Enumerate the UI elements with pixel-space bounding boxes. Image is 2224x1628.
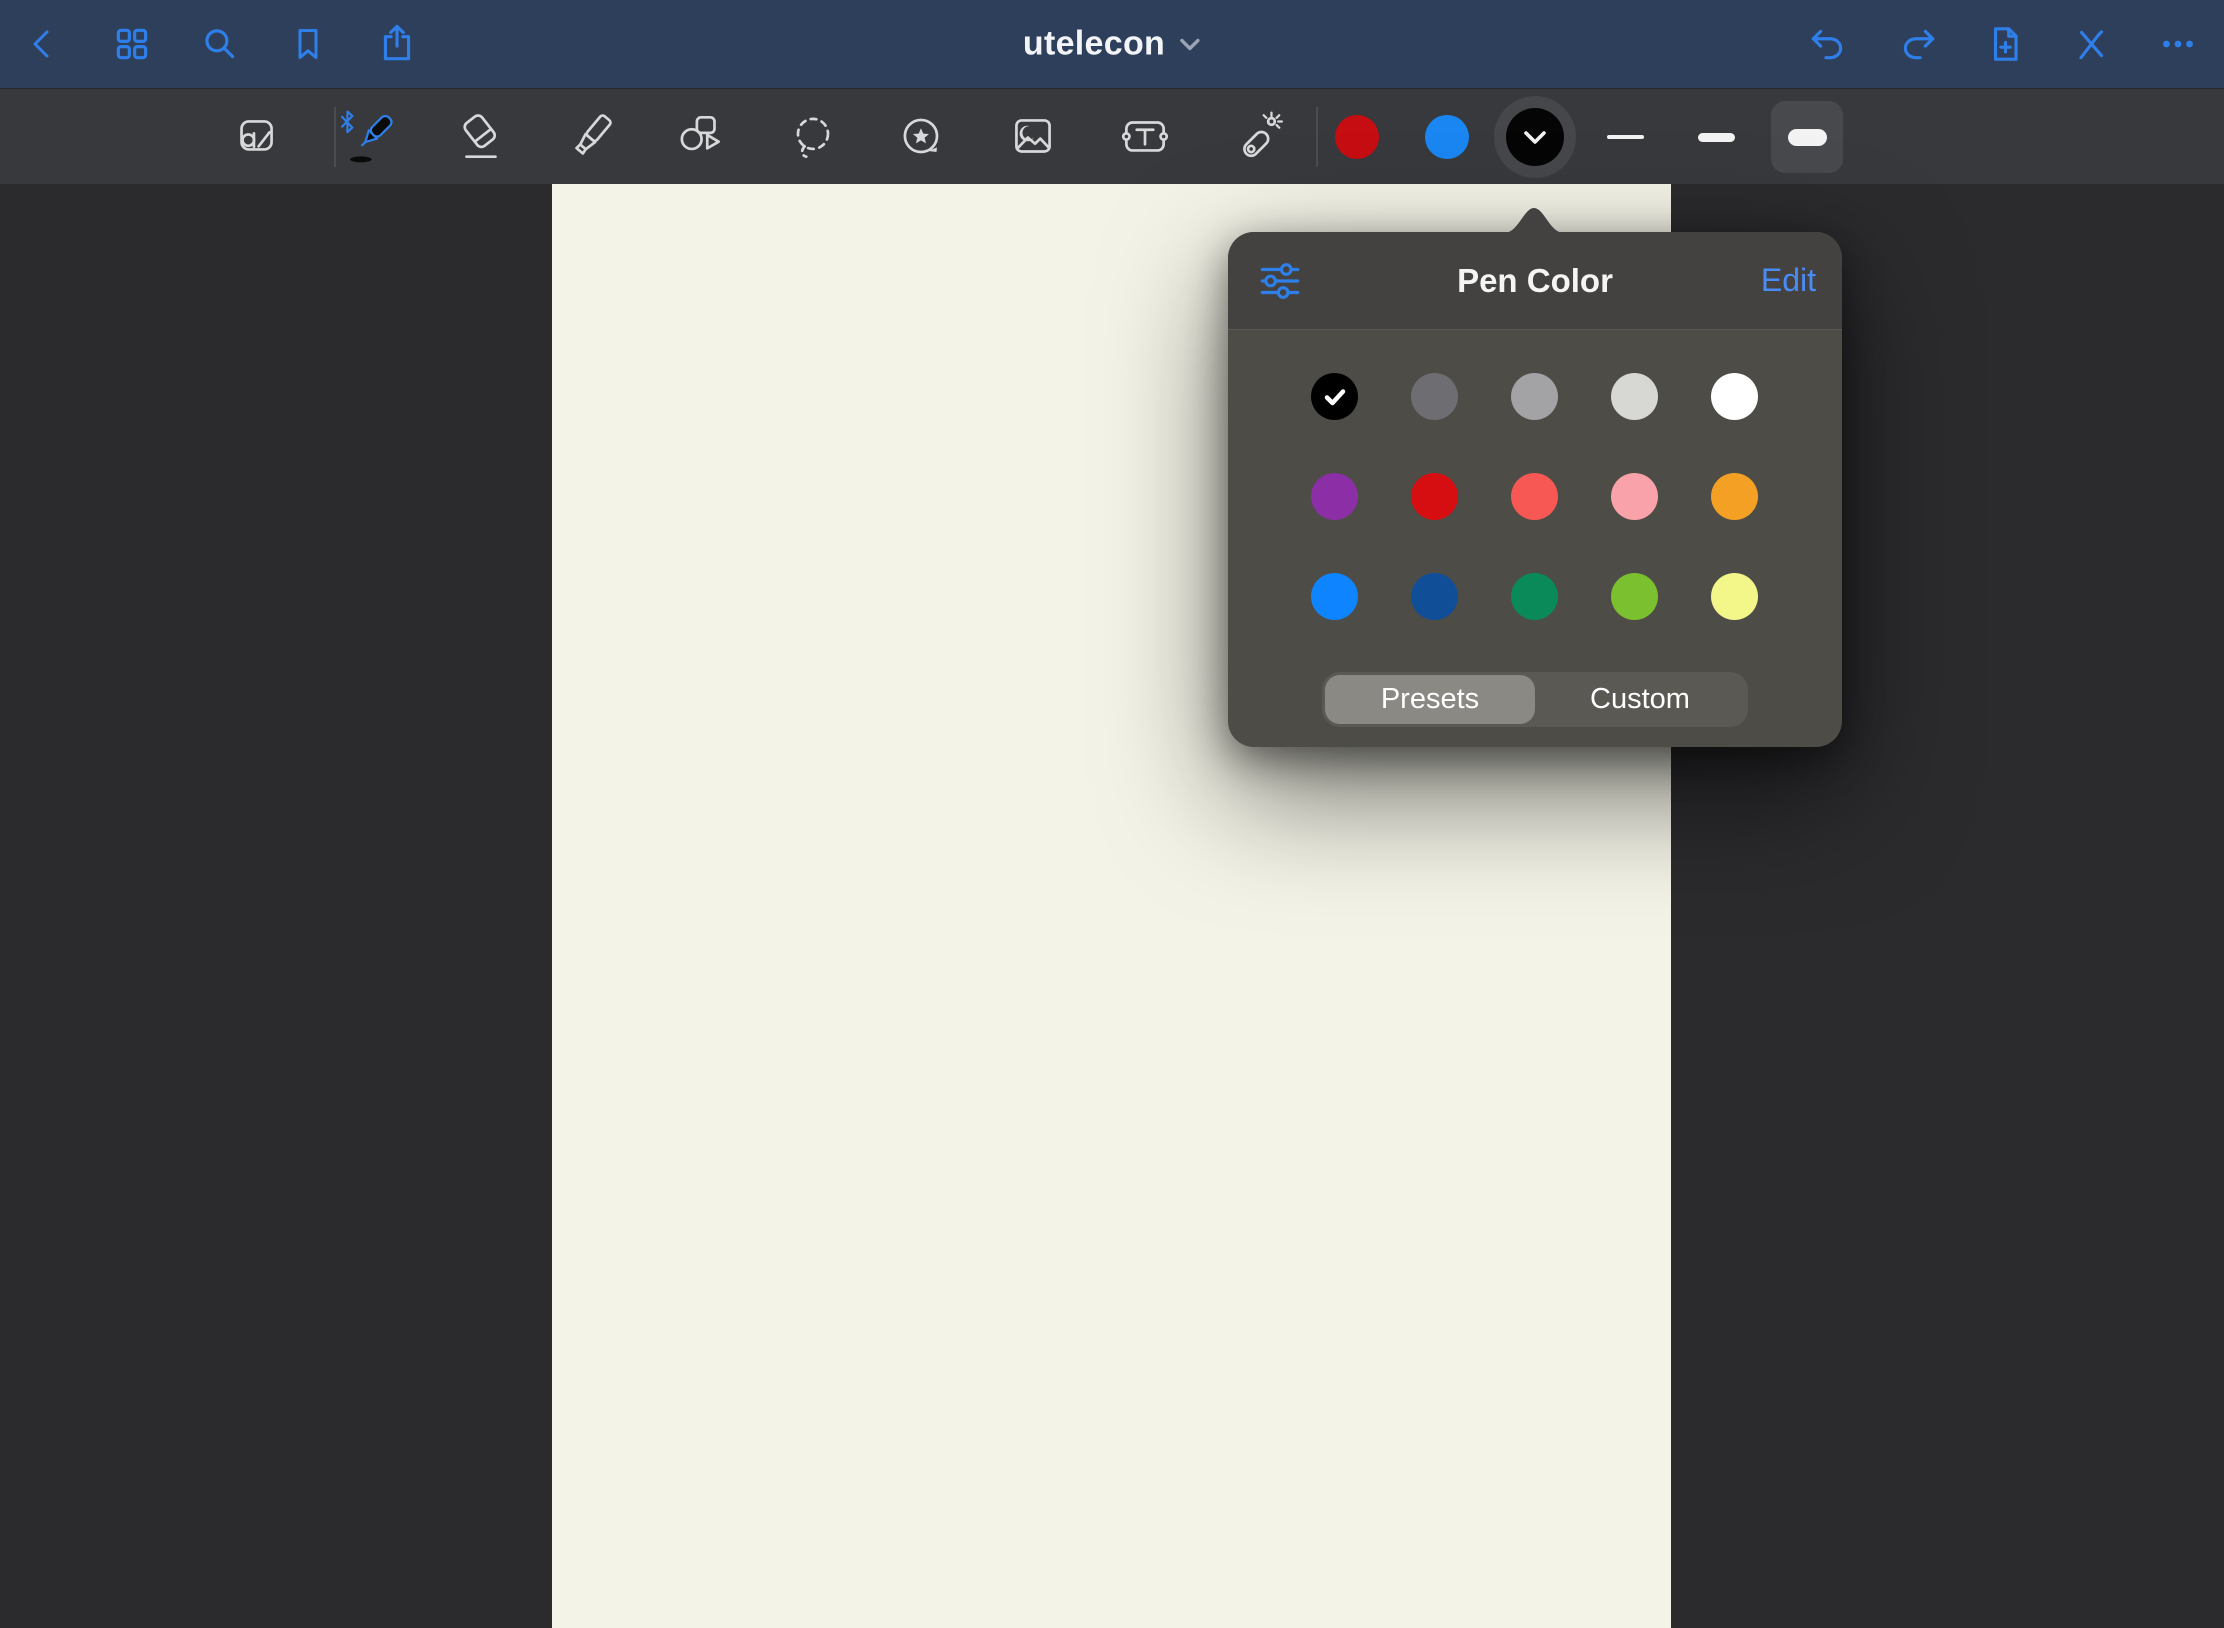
tool-eraser[interactable] (447, 103, 515, 171)
quick-color-blue[interactable] (1425, 115, 1469, 159)
color-swatch-black-selected[interactable] (1311, 373, 1358, 420)
add-page-icon (1984, 23, 2026, 65)
color-swatch-light-gray[interactable] (1611, 373, 1658, 420)
redo-button[interactable] (1888, 14, 1948, 74)
thumbnails-grid-icon (111, 23, 153, 65)
color-swatch-purple[interactable] (1311, 473, 1358, 520)
color-swatch-orange[interactable] (1711, 473, 1758, 520)
toolbar-separator (1316, 107, 1318, 167)
eraser-icon (452, 108, 510, 166)
tool-shapes[interactable] (666, 103, 734, 171)
sticker-star-icon (893, 108, 951, 166)
canvas-background (0, 184, 2224, 1628)
checkmark-icon (1323, 387, 1347, 407)
more-button[interactable] (2148, 14, 2208, 74)
document-title-label: utelecon (1023, 25, 1165, 64)
tool-pen[interactable] (334, 103, 402, 171)
color-swatch-grid (1311, 373, 1758, 620)
stroke-width-thin[interactable] (1589, 101, 1661, 173)
search-icon (198, 23, 240, 65)
back-button[interactable] (13, 14, 73, 74)
share-icon (376, 23, 418, 65)
popover-arrow (1504, 206, 1564, 233)
color-swatch-yellow[interactable] (1711, 573, 1758, 620)
add-page-button[interactable] (1975, 14, 2035, 74)
share-button[interactable] (367, 14, 427, 74)
medium-line-icon (1698, 133, 1735, 142)
edit-colors-button[interactable]: Edit (1761, 262, 1816, 299)
tool-zoom-window[interactable] (221, 103, 289, 171)
back-icon (23, 24, 63, 64)
zoom-window-icon (226, 108, 284, 166)
redo-icon (1897, 23, 1939, 65)
quick-color-red[interactable] (1335, 115, 1379, 159)
color-swatch-blue[interactable] (1311, 573, 1358, 620)
tool-image[interactable] (999, 103, 1067, 171)
document-title[interactable]: utelecon (1023, 25, 1201, 64)
tool-bar (0, 88, 2224, 184)
color-swatch-teal[interactable] (1511, 573, 1558, 620)
shapes-icon (671, 108, 729, 166)
sliders-icon (1257, 258, 1303, 304)
tool-highlighter[interactable] (559, 103, 627, 171)
undo-button[interactable] (1798, 14, 1858, 74)
tab-presets[interactable]: Presets (1325, 675, 1535, 724)
undo-icon (1807, 23, 1849, 65)
stroke-width-medium[interactable] (1680, 101, 1752, 173)
color-swatch-dark-gray[interactable] (1411, 373, 1458, 420)
lasso-icon (784, 108, 842, 166)
pen-settings-button[interactable] (1256, 257, 1304, 305)
stroke-width-thick[interactable] (1771, 101, 1843, 173)
title-bar: utelecon (0, 0, 2224, 88)
color-swatch-gray[interactable] (1511, 373, 1558, 420)
color-swatch-navy[interactable] (1411, 573, 1458, 620)
color-swatch-coral[interactable] (1511, 473, 1558, 520)
color-swatch-white[interactable] (1711, 373, 1758, 420)
color-swatch-pink[interactable] (1611, 473, 1658, 520)
bookmark-button[interactable] (278, 14, 338, 74)
pen-color-popover: Pen Color Edit Presets Custom (1228, 232, 1842, 747)
image-icon (1004, 108, 1062, 166)
popover-header: Pen Color Edit (1228, 232, 1842, 330)
selected-color-circle (1506, 108, 1564, 166)
tab-custom[interactable]: Custom (1535, 675, 1745, 724)
chevron-down-icon (1522, 128, 1548, 146)
tool-text[interactable] (1111, 103, 1179, 171)
highlighter-icon (564, 108, 622, 166)
search-button[interactable] (189, 14, 249, 74)
thick-line-icon (1788, 129, 1827, 146)
thin-line-icon (1607, 135, 1644, 139)
pen-bluetooth-icon (334, 104, 402, 170)
color-swatch-green[interactable] (1611, 573, 1658, 620)
color-swatch-red[interactable] (1411, 473, 1458, 520)
quick-color-black-selected[interactable] (1494, 96, 1576, 178)
tool-lasso[interactable] (779, 103, 847, 171)
popover-title: Pen Color (1457, 262, 1613, 300)
laser-pointer-icon (1229, 108, 1287, 166)
chevron-down-icon (1179, 36, 1201, 52)
text-box-icon (1116, 108, 1174, 166)
presets-custom-segmented-control: Presets Custom (1322, 672, 1748, 727)
tool-laser-pointer[interactable] (1224, 103, 1292, 171)
tool-sticker[interactable] (888, 103, 956, 171)
thumbnails-button[interactable] (102, 14, 162, 74)
bookmark-icon (288, 24, 328, 64)
stylus-crossed-icon (2070, 23, 2112, 65)
stylus-readonly-button[interactable] (2061, 14, 2121, 74)
ellipsis-icon (2157, 23, 2199, 65)
